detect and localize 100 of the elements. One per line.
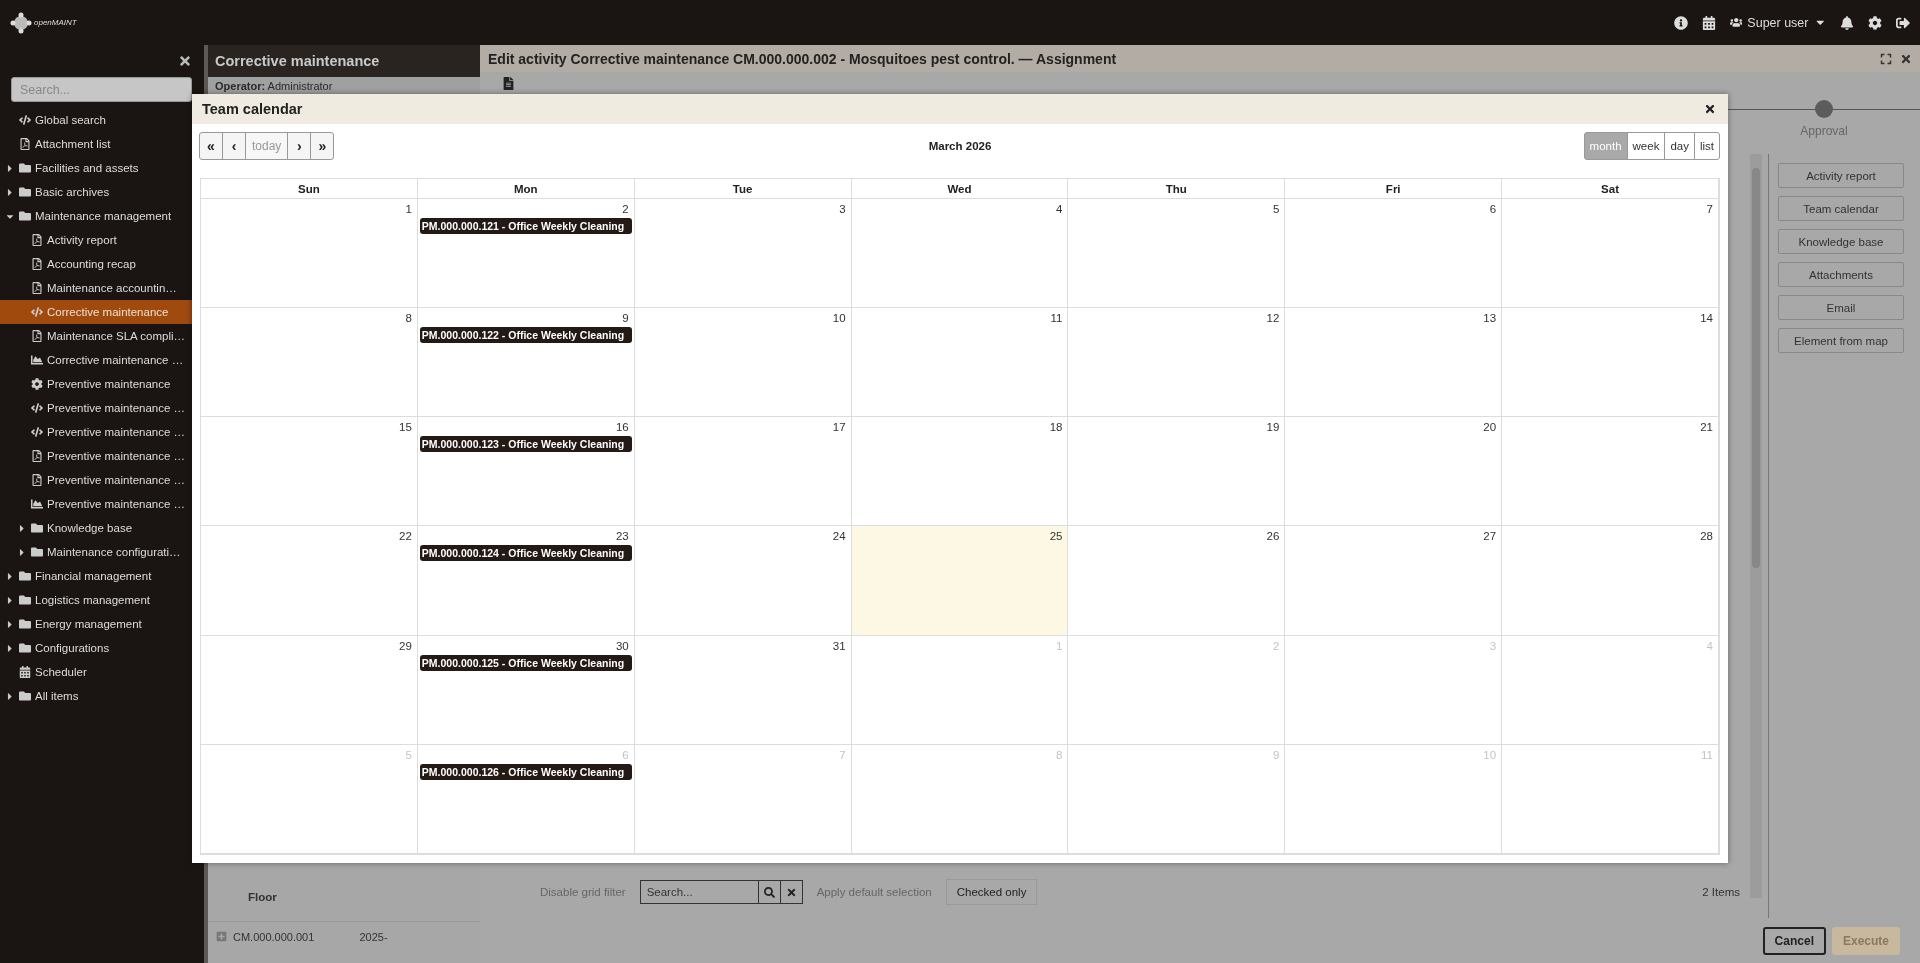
sidebar-item[interactable]: Maintenance accountin…: [0, 276, 204, 300]
folder-icon: [18, 618, 31, 630]
scrollbar[interactable]: [1750, 154, 1762, 898]
calendar-nav-button[interactable]: »: [310, 132, 335, 160]
day-number: 23: [615, 530, 630, 543]
folder-icon: [18, 690, 31, 702]
user-menu[interactable]: Super user: [1729, 15, 1826, 30]
clear-icon[interactable]: [785, 886, 797, 898]
calendar-event[interactable]: PM.000.000.126 - Office Weekly Cleaning: [419, 763, 632, 780]
sidebar-item[interactable]: Financial management: [0, 564, 204, 588]
checked-only-button[interactable]: Checked only: [945, 879, 1038, 905]
bell-icon[interactable]: [1840, 15, 1854, 30]
pdf-file-icon: [30, 330, 43, 342]
step-label: Approval: [1800, 124, 1848, 138]
search-field[interactable]: Search...: [11, 77, 192, 102]
calendar-nav-button[interactable]: ›: [287, 132, 312, 160]
search-icon[interactable]: [763, 886, 775, 898]
sidebar-item[interactable]: Accounting recap: [0, 252, 204, 276]
folder-icon: [30, 522, 43, 534]
action-button[interactable]: Activity report: [1778, 163, 1904, 188]
calendar-event[interactable]: PM.000.000.125 - Office Weekly Cleaning: [419, 654, 632, 671]
day-number: 13: [1483, 312, 1498, 325]
calendar-event[interactable]: PM.000.000.123 - Office Weekly Cleaning: [419, 436, 632, 453]
day-number: 6: [1489, 203, 1498, 215]
caret-right-icon[interactable]: [6, 594, 14, 606]
sidebar-item[interactable]: Activity report: [0, 228, 204, 252]
sidebar-item[interactable]: Preventive maintenance …: [0, 396, 204, 420]
sidebar-item[interactable]: Knowledge base: [0, 516, 204, 540]
folder-icon: [18, 210, 31, 222]
sidebar-item[interactable]: Maintenance management: [0, 204, 204, 228]
calendar-event[interactable]: PM.000.000.124 - Office Weekly Cleaning: [419, 545, 632, 562]
pdf-file-icon: [18, 138, 31, 150]
day-number: 28: [1700, 530, 1714, 543]
action-button[interactable]: Email: [1778, 295, 1904, 320]
day-number: 6: [622, 748, 630, 761]
action-button[interactable]: Attachments: [1778, 262, 1904, 287]
day-number: 27: [1483, 530, 1498, 543]
logout-icon[interactable]: [1896, 15, 1910, 30]
view-button[interactable]: list: [1693, 132, 1720, 160]
caret-right-icon[interactable]: [6, 690, 14, 702]
sidebar-item[interactable]: Preventive maintenance …: [0, 420, 204, 444]
calendar-event[interactable]: PM.000.000.121 - Office Weekly Cleaning: [419, 218, 632, 234]
day-number: 22: [399, 530, 413, 543]
view-button[interactable]: day: [1664, 132, 1695, 160]
caret-right-icon[interactable]: [6, 186, 14, 198]
day-number: 3: [1489, 639, 1498, 652]
settings-icon[interactable]: [1868, 15, 1882, 30]
day-number: 10: [832, 312, 847, 325]
folder-icon: [18, 642, 31, 654]
caret-right-icon[interactable]: [6, 642, 14, 654]
caret-right-icon[interactable]: [6, 618, 14, 630]
day-number: 14: [1700, 312, 1714, 325]
action-button[interactable]: Knowledge base: [1778, 229, 1904, 254]
sidebar-item[interactable]: Energy management: [0, 612, 204, 636]
sidebar-item[interactable]: Global search: [0, 108, 204, 132]
folder-icon: [18, 570, 31, 582]
close-icon[interactable]: [1900, 52, 1912, 65]
sidebar-item[interactable]: Maintenance SLA compli…: [0, 324, 204, 348]
close-icon[interactable]: [178, 54, 192, 68]
sidebar-item[interactable]: Preventive maintenance: [0, 372, 204, 396]
sidebar-item[interactable]: Corrective maintenance …: [0, 348, 204, 372]
search-field[interactable]: Search...: [640, 886, 758, 898]
day-number: 8: [405, 312, 413, 325]
sidebar-item[interactable]: Preventive maintenance …: [0, 444, 204, 468]
action-button[interactable]: Team calendar: [1778, 196, 1904, 221]
sidebar-item[interactable]: Logistics management: [0, 588, 204, 612]
caret-right-icon[interactable]: [18, 522, 26, 534]
search-box[interactable]: Search...: [639, 880, 803, 904]
caret-right-icon[interactable]: [18, 546, 26, 558]
window-title: Edit activity Corrective maintenance CM.000.000.002 - Mosquitoes pest control. — Assignment: [488, 50, 1118, 67]
day-number: 21: [1700, 421, 1714, 434]
sidebar-item[interactable]: All items: [0, 684, 204, 708]
day-number: 20: [1483, 421, 1498, 434]
day-number: 8: [1056, 748, 1064, 761]
day-number: 16: [615, 421, 630, 434]
caret-right-icon[interactable]: [6, 162, 14, 174]
sidebar-item[interactable]: Configurations: [0, 636, 204, 660]
sidebar-item[interactable]: Scheduler: [0, 660, 204, 684]
calendar-icon: [18, 666, 31, 678]
caret-right-icon[interactable]: [6, 570, 14, 582]
calendar-nav-button[interactable]: «: [199, 132, 223, 160]
calendar-nav-button[interactable]: ‹: [222, 132, 246, 160]
view-button[interactable]: week: [1626, 132, 1666, 160]
day-number: 19: [1266, 421, 1281, 434]
info-icon[interactable]: [1673, 15, 1688, 30]
close-icon[interactable]: [1704, 103, 1716, 115]
sidebar-item[interactable]: Preventive maintenance …: [0, 468, 204, 492]
day-number: 4: [1056, 203, 1064, 215]
document-icon[interactable]: [502, 76, 515, 90]
sidebar-item[interactable]: Maintenance configurati…: [0, 540, 204, 564]
folder-icon: [30, 546, 43, 558]
action-button[interactable]: Element from map: [1778, 328, 1904, 353]
footer-button[interactable]: Cancel: [1762, 926, 1826, 955]
day-number: 1: [405, 203, 413, 215]
sidebar-item[interactable]: Preventive maintenance …: [0, 492, 204, 516]
day-number: 24: [832, 530, 847, 543]
day-number: 18: [1049, 421, 1064, 434]
calendar-event[interactable]: PM.000.000.122 - Office Weekly Cleaning: [419, 327, 632, 344]
maximize-icon[interactable]: [1880, 52, 1892, 65]
calendar-icon[interactable]: [1701, 15, 1716, 30]
